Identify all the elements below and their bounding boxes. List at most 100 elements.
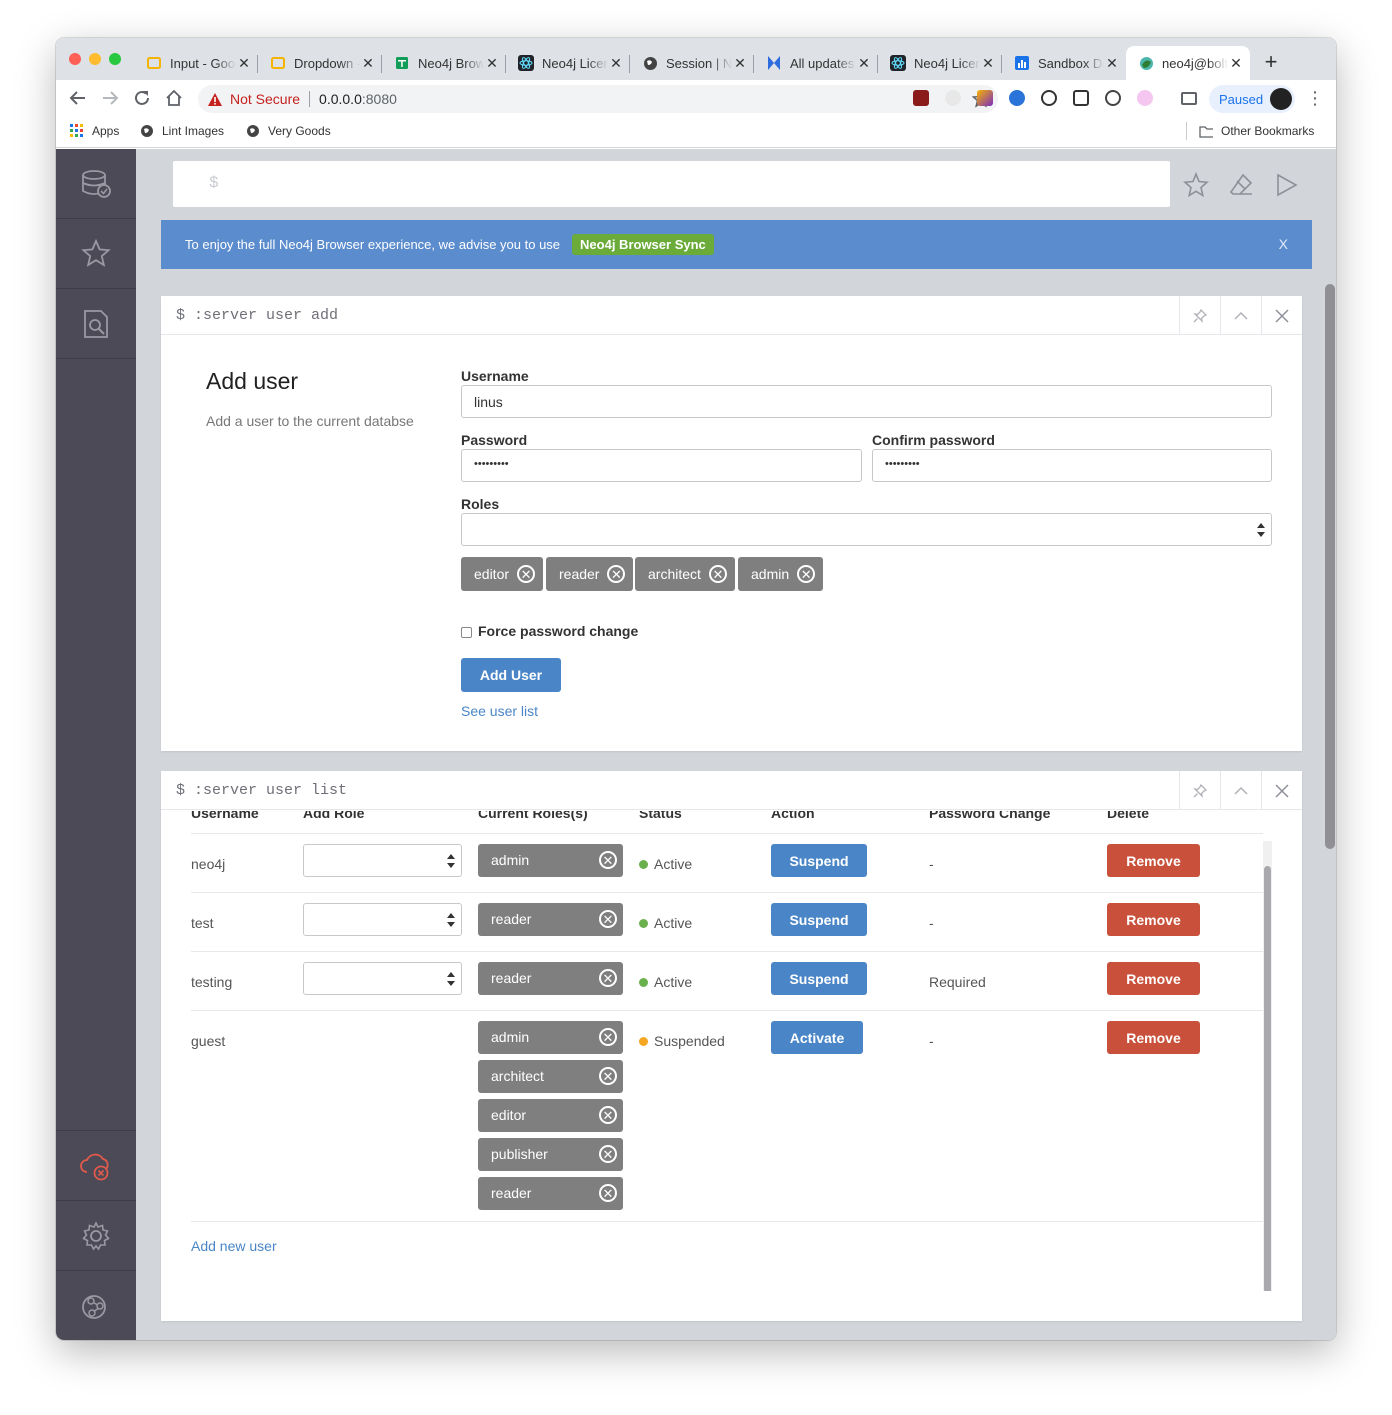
tab-sandbox[interactable]: Sandbox Dashboard ✕ bbox=[1002, 46, 1126, 80]
pink-extension-icon[interactable] bbox=[1137, 90, 1153, 106]
close-tab-icon[interactable]: ✕ bbox=[1104, 55, 1120, 71]
close-tab-icon[interactable]: ✕ bbox=[1228, 55, 1244, 71]
suspend-button[interactable]: Suspend bbox=[771, 962, 867, 995]
tab-all-updates[interactable]: All updates ✕ bbox=[754, 46, 878, 80]
close-tab-icon[interactable]: ✕ bbox=[236, 55, 252, 71]
confirm-password-input[interactable]: ••••••••• bbox=[872, 449, 1272, 482]
pen-extension-icon[interactable] bbox=[977, 90, 993, 106]
address-bar[interactable]: Not Secure 0.0.0.0:8080 bbox=[198, 85, 998, 113]
chrome-extension-icon[interactable] bbox=[1105, 90, 1121, 106]
svg-extension-icon[interactable] bbox=[1009, 90, 1025, 106]
suspend-button[interactable]: Suspend bbox=[771, 903, 867, 936]
pin-frame-button[interactable] bbox=[1179, 296, 1220, 335]
profile-button[interactable]: Paused bbox=[1209, 85, 1295, 113]
remove-role-icon[interactable]: ✕ bbox=[599, 1106, 617, 1124]
username-input[interactable]: linus bbox=[461, 385, 1272, 418]
cypher-input[interactable]: $ bbox=[173, 161, 1170, 207]
close-tab-icon[interactable]: ✕ bbox=[608, 55, 624, 71]
crown-extension-icon[interactable] bbox=[1073, 90, 1089, 106]
password-change-cell: - bbox=[929, 1033, 934, 1049]
tab-neo4j-bolt[interactable]: neo4j@bolt ✕ bbox=[1126, 46, 1250, 80]
tab-session[interactable]: Session | Neo4j ✕ bbox=[630, 46, 754, 80]
remove-role-icon[interactable]: ✕ bbox=[517, 565, 536, 583]
tab-neo4j-browser[interactable]: Neo4j Browser ✕ bbox=[382, 46, 506, 80]
sidebar-item-database[interactable] bbox=[56, 149, 136, 219]
password-input[interactable]: ••••••••• bbox=[461, 449, 862, 482]
arrow-right-icon bbox=[103, 91, 119, 105]
force-password-label: Force password change bbox=[478, 623, 639, 639]
tab-neo4j-license[interactable]: Neo4j License ✕ bbox=[506, 46, 630, 80]
remove-role-icon[interactable]: ✕ bbox=[797, 565, 816, 583]
maximize-window-button[interactable] bbox=[109, 53, 121, 65]
remove-role-icon[interactable]: ✕ bbox=[599, 851, 617, 869]
bookmark-other[interactable]: Other Bookmarks bbox=[1199, 124, 1314, 138]
add-user-button[interactable]: Add User bbox=[461, 658, 561, 692]
tab-strip: Input - Google Slides ✕ Dropdown - Googl… bbox=[56, 38, 1336, 80]
remove-button[interactable]: Remove bbox=[1107, 903, 1200, 936]
close-tab-icon[interactable]: ✕ bbox=[732, 55, 748, 71]
chevron-up-icon bbox=[1234, 311, 1248, 320]
browser-menu-icon[interactable]: ⋮ bbox=[1306, 88, 1324, 108]
add-role-select[interactable] bbox=[303, 844, 462, 877]
bookmarks-bar: Apps Lint Images Very Goods Other Bookma… bbox=[56, 116, 1336, 148]
remove-role-icon[interactable]: ✕ bbox=[599, 1028, 617, 1046]
pin-frame-button[interactable] bbox=[1179, 771, 1220, 810]
page-scrollbar[interactable] bbox=[1325, 284, 1335, 849]
close-tab-icon[interactable]: ✕ bbox=[484, 55, 500, 71]
sidebar-item-about[interactable] bbox=[56, 1270, 136, 1340]
table-scrollbar[interactable] bbox=[1263, 841, 1272, 1291]
add-role-select[interactable] bbox=[303, 962, 462, 995]
url-text: 0.0.0.0:8080 bbox=[319, 91, 397, 107]
reload-button[interactable] bbox=[130, 86, 154, 110]
remove-button[interactable]: Remove bbox=[1107, 844, 1200, 877]
extension-icon[interactable] bbox=[945, 90, 961, 106]
add-role-select[interactable] bbox=[303, 903, 462, 936]
remove-role-icon[interactable]: ✕ bbox=[599, 1184, 617, 1202]
tab-neo4j-license-2[interactable]: Neo4j License ✕ bbox=[878, 46, 1002, 80]
back-button[interactable] bbox=[66, 86, 90, 110]
forward-button[interactable] bbox=[98, 86, 122, 110]
close-tab-icon[interactable]: ✕ bbox=[360, 55, 376, 71]
clear-editor-button[interactable] bbox=[1227, 171, 1255, 199]
remove-button[interactable]: Remove bbox=[1107, 1021, 1200, 1054]
run-query-button[interactable] bbox=[1272, 171, 1300, 199]
browser-sync-button[interactable]: Neo4j Browser Sync bbox=[572, 234, 714, 255]
bookmark-very-goods[interactable]: Very Goods bbox=[246, 124, 331, 138]
tab-input-slides[interactable]: Input - Google Slides ✕ bbox=[134, 46, 258, 80]
minimize-window-button[interactable] bbox=[89, 53, 101, 65]
onepassword-icon[interactable] bbox=[1041, 90, 1057, 106]
remove-role-icon[interactable]: ✕ bbox=[708, 565, 727, 583]
see-user-list-link[interactable]: See user list bbox=[461, 703, 538, 719]
remove-role-icon[interactable]: ✕ bbox=[599, 1145, 617, 1163]
bookmark-lint-images[interactable]: Lint Images bbox=[140, 124, 224, 138]
close-frame-button[interactable] bbox=[1261, 771, 1302, 810]
tab-dropdown-slides[interactable]: Dropdown - Google Slides ✕ bbox=[258, 46, 382, 80]
close-banner-button[interactable]: X bbox=[1279, 236, 1288, 252]
sidebar-item-settings[interactable] bbox=[56, 1200, 136, 1270]
new-tab-button[interactable]: + bbox=[1259, 50, 1283, 74]
remove-button[interactable]: Remove bbox=[1107, 962, 1200, 995]
close-frame-button[interactable] bbox=[1261, 296, 1302, 335]
roles-select[interactable] bbox=[461, 513, 1272, 546]
sidebar-item-favorites[interactable] bbox=[56, 219, 136, 289]
favorite-query-button[interactable] bbox=[1182, 171, 1210, 199]
home-button[interactable] bbox=[162, 86, 186, 110]
suspend-button[interactable]: Suspend bbox=[771, 844, 867, 877]
sidebar-item-documents[interactable] bbox=[56, 289, 136, 359]
activate-button[interactable]: Activate bbox=[771, 1021, 863, 1054]
remove-role-icon[interactable]: ✕ bbox=[599, 910, 617, 928]
sidebar-item-connection-status[interactable] bbox=[56, 1130, 136, 1200]
collapse-frame-button[interactable] bbox=[1220, 771, 1261, 810]
cast-icon[interactable] bbox=[1181, 92, 1197, 105]
ublock-icon[interactable] bbox=[913, 90, 929, 106]
bookmark-apps[interactable]: Apps bbox=[70, 124, 119, 138]
force-password-checkbox[interactable] bbox=[461, 627, 472, 638]
remove-role-icon[interactable]: ✕ bbox=[599, 1067, 617, 1085]
close-tab-icon[interactable]: ✕ bbox=[980, 55, 996, 71]
add-new-user-link[interactable]: Add new user bbox=[191, 1238, 277, 1254]
remove-role-icon[interactable]: ✕ bbox=[599, 969, 617, 987]
collapse-frame-button[interactable] bbox=[1220, 296, 1261, 335]
close-tab-icon[interactable]: ✕ bbox=[856, 55, 872, 71]
remove-role-icon[interactable]: ✕ bbox=[607, 565, 626, 583]
close-window-button[interactable] bbox=[69, 53, 81, 65]
